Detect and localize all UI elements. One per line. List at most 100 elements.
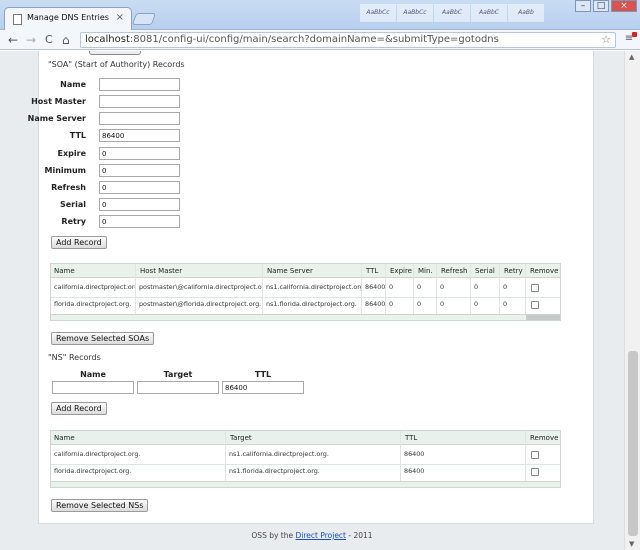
maximize-button[interactable]: □: [593, 0, 609, 12]
table-cell: 0: [389, 283, 394, 291]
soa-section-title: "SOA" (Start of Authority) Records: [48, 60, 185, 69]
table-cell: 0: [474, 300, 479, 308]
soa-col-retry[interactable]: Retry: [501, 267, 527, 275]
soa-retry-input[interactable]: [99, 215, 180, 228]
ns-col-ttl[interactable]: TTL: [402, 434, 522, 442]
table-cell: postmaster\@florida.directproject.org.: [139, 300, 262, 308]
soa-ttl-label: TTL: [69, 131, 86, 140]
table-cell: 0: [440, 283, 445, 291]
soa-refresh-input[interactable]: [99, 181, 180, 194]
soa-col-nameserver[interactable]: Name Server: [264, 267, 359, 275]
taskbar-thumbnails: AaBbCc AaBbCc AaBbC AaBbC AaBb: [360, 4, 565, 24]
thumbnail: AaBbCc: [397, 4, 433, 22]
address-bar[interactable]: localhost:8081/config-ui/config/main/sea…: [80, 32, 616, 48]
soa-col-name[interactable]: Name: [51, 267, 133, 275]
bookmark-star-icon[interactable]: ☆: [601, 33, 611, 47]
soa-hostmaster-label: Host Master: [31, 97, 86, 106]
vertical-scrollbar[interactable]: ▲ ▼: [624, 51, 640, 550]
url-host: localhost: [85, 34, 130, 45]
table-cell: 0: [417, 283, 422, 291]
ns-target-label: Target: [163, 370, 193, 379]
forward-icon[interactable]: →: [26, 32, 36, 48]
thumbnail: AaBbCc: [360, 4, 396, 22]
ns-row-remove-checkbox[interactable]: [531, 468, 539, 476]
table-cell: 86400: [404, 450, 425, 458]
soa-expire-input[interactable]: [99, 147, 180, 160]
table-footer: [51, 481, 560, 487]
thumbnail: AaBbC: [471, 4, 507, 22]
soa-col-serial[interactable]: Serial: [472, 267, 500, 275]
soa-col-min[interactable]: Min.: [415, 267, 437, 275]
footer-suffix: - 2011: [346, 531, 373, 540]
browser-titlebar: Manage DNS Entries × AaBbCc AaBbCc AaBbC Aa…: [0, 0, 640, 30]
ns-col-target[interactable]: Target: [227, 434, 397, 442]
table-cell: 0: [389, 300, 394, 308]
soa-row-remove-checkbox[interactable]: [531, 301, 539, 309]
tab-close-icon[interactable]: ×: [116, 12, 124, 23]
tab-title: Manage DNS Entries: [27, 13, 109, 22]
scroll-up-icon[interactable]: ▲: [629, 53, 634, 61]
table-cell: 0: [503, 300, 508, 308]
ns-row-remove-checkbox[interactable]: [531, 451, 539, 459]
scroll-down-icon[interactable]: ▼: [629, 540, 634, 548]
menu-icon[interactable]: ≡: [622, 32, 637, 46]
footer-prefix: OSS by the: [251, 531, 296, 540]
content-panel: "SOA" (Start of Authority) Records Name …: [28, 51, 594, 524]
table-cell: 86400: [365, 300, 385, 308]
table-cell: california.directproject.org.: [54, 450, 141, 458]
ns-records-table: Name Target TTL Remove california.direct…: [50, 430, 561, 488]
table-cell: 0: [417, 300, 422, 308]
soa-name-input[interactable]: [99, 78, 180, 91]
soa-refresh-label: Refresh: [51, 183, 86, 192]
table-cell: postmaster\@california.directproject.org…: [139, 283, 262, 291]
table-cell: 0: [440, 300, 445, 308]
ns-name-input[interactable]: [52, 381, 134, 394]
soa-records-table: Name Host Master Name Server TTL Expire …: [50, 263, 561, 321]
soa-col-expire[interactable]: Expire: [387, 267, 413, 275]
ns-col-remove: Remove: [530, 434, 559, 442]
soa-col-ttl[interactable]: TTL: [363, 267, 385, 275]
soa-col-refresh[interactable]: Refresh: [438, 267, 471, 275]
soa-add-record-button[interactable]: Add Record: [51, 236, 107, 249]
soa-row-remove-checkbox[interactable]: [531, 284, 539, 292]
new-tab-button[interactable]: [131, 13, 157, 25]
ns-name-label: Name: [80, 370, 106, 379]
remove-selected-soas-button[interactable]: Remove Selected SOAs: [51, 332, 155, 345]
soa-hostmaster-input[interactable]: [99, 95, 180, 108]
ns-ttl-label: TTL: [254, 370, 272, 379]
close-window-button[interactable]: ×: [611, 0, 637, 12]
reload-icon[interactable]: C: [45, 32, 53, 48]
col-divider: [525, 264, 526, 316]
browser-tab[interactable]: Manage DNS Entries ×: [4, 7, 132, 30]
ns-add-record-button[interactable]: Add Record: [51, 402, 107, 415]
soa-ttl-input[interactable]: [99, 129, 180, 142]
soa-col-hostmaster[interactable]: Host Master: [137, 267, 262, 275]
table-cell: ns1.florida.directproject.org.: [229, 467, 320, 475]
table-cell: 86400: [365, 283, 385, 291]
back-icon[interactable]: ←: [8, 32, 18, 48]
ns-target-input[interactable]: [137, 381, 219, 394]
table-cell: ns1.california.directproject.org.: [266, 283, 361, 291]
soa-minimum-input[interactable]: [99, 164, 180, 177]
table-cell: california.directproject.org.: [54, 283, 135, 291]
ns-ttl-input[interactable]: [222, 381, 304, 394]
horizontal-scrollbar[interactable]: [526, 315, 560, 320]
table-cell: 0: [474, 283, 479, 291]
table-cell: florida.directproject.org.: [54, 300, 132, 308]
soa-col-remove: Remove: [530, 267, 559, 275]
remove-selected-nss-button[interactable]: Remove Selected NSs: [51, 499, 149, 512]
soa-nameserver-input[interactable]: [99, 112, 180, 125]
direct-project-link[interactable]: Direct Project: [296, 531, 347, 540]
ns-section-title: "NS" Records: [48, 353, 101, 362]
scrollbar-thumb[interactable]: [628, 351, 638, 536]
soa-serial-input[interactable]: [99, 198, 180, 211]
table-cell: 86400: [404, 467, 425, 475]
minimize-button[interactable]: –: [575, 0, 591, 12]
soa-minimum-label: Minimum: [44, 166, 86, 175]
thumbnail: AaBbC: [434, 4, 470, 22]
ns-col-name[interactable]: Name: [51, 434, 221, 442]
home-icon[interactable]: ⌂: [62, 32, 70, 48]
table-cell: florida.directproject.org.: [54, 467, 132, 475]
partial-button[interactable]: [89, 51, 141, 55]
page-icon: [13, 14, 22, 25]
